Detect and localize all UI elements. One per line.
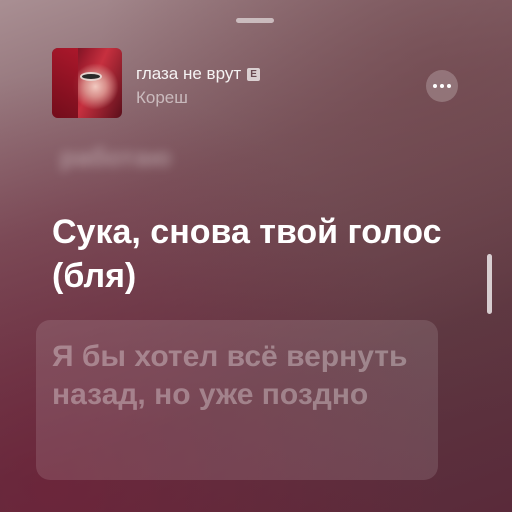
track-artist[interactable]: Кореш	[136, 88, 188, 108]
artwork-hair	[52, 48, 78, 118]
more-icon-dot	[440, 84, 444, 88]
sheet-grabber[interactable]	[236, 18, 274, 23]
track-title-row: глаза не врут E	[136, 64, 261, 84]
scrollbar[interactable]	[487, 254, 492, 314]
lyrics-next-card[interactable]: Я бы хотел всё вернуть назад, но уже поз…	[36, 320, 438, 480]
album-artwork[interactable]	[52, 48, 122, 118]
lyrics-next-line: Я бы хотел всё вернуть назад, но уже поз…	[52, 340, 408, 411]
artwork-eye	[80, 72, 102, 81]
lyrics-previous-line[interactable]: работаю	[60, 142, 171, 173]
more-button[interactable]	[426, 70, 458, 102]
more-icon	[433, 84, 437, 88]
more-icon-dot	[447, 84, 451, 88]
track-title: глаза не врут	[136, 64, 242, 83]
lyrics-current-line[interactable]: Сука, снова твой голос (бля)	[52, 210, 452, 298]
explicit-badge: E	[247, 67, 261, 81]
